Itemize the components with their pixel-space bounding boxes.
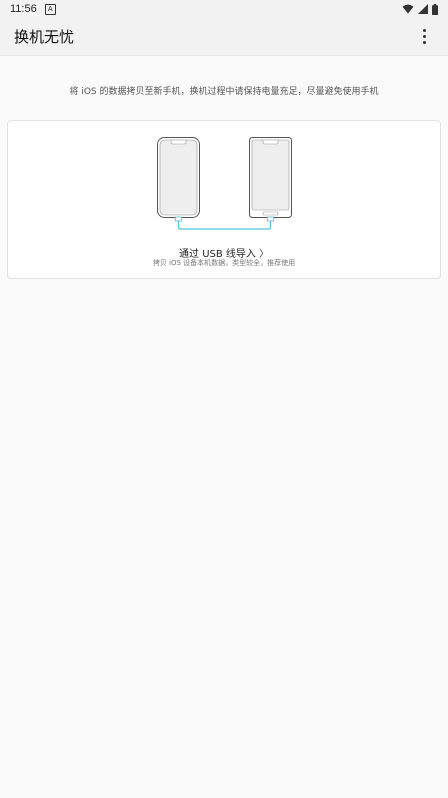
instruction-text: 将 iOS 的数据拷贝至新手机，换机过程中请保持电量充足，尽量避免使用手机 [69,87,379,97]
status-icons [402,3,438,15]
usb-cable-icon [177,221,272,230]
page-title: 换机无忧 [14,28,75,46]
menu-dot [422,35,426,38]
more-vert-icon[interactable] [414,25,434,49]
menu-dot [422,41,426,44]
status-bar: 11:56 A [0,0,448,18]
old-phone-icon [157,137,200,222]
battery-icon [432,3,438,15]
signal-icon [418,4,428,14]
new-phone-icon [249,137,292,222]
usb-import-description: 拷贝 iOS 设备本机数据，类型较全，推荐使用 [152,259,296,267]
usb-import-card[interactable]: 通过 USB 线导入〉 拷贝 iOS 设备本机数据，类型较全，推荐使用 [7,120,441,279]
usb-transfer-illustration [157,137,292,230]
menu-dot [422,29,426,32]
app-bar: 换机无忧 [0,18,448,56]
wifi-icon [402,4,414,14]
status-time: 11:56 [10,3,37,15]
notification-a-icon: A [44,3,56,15]
